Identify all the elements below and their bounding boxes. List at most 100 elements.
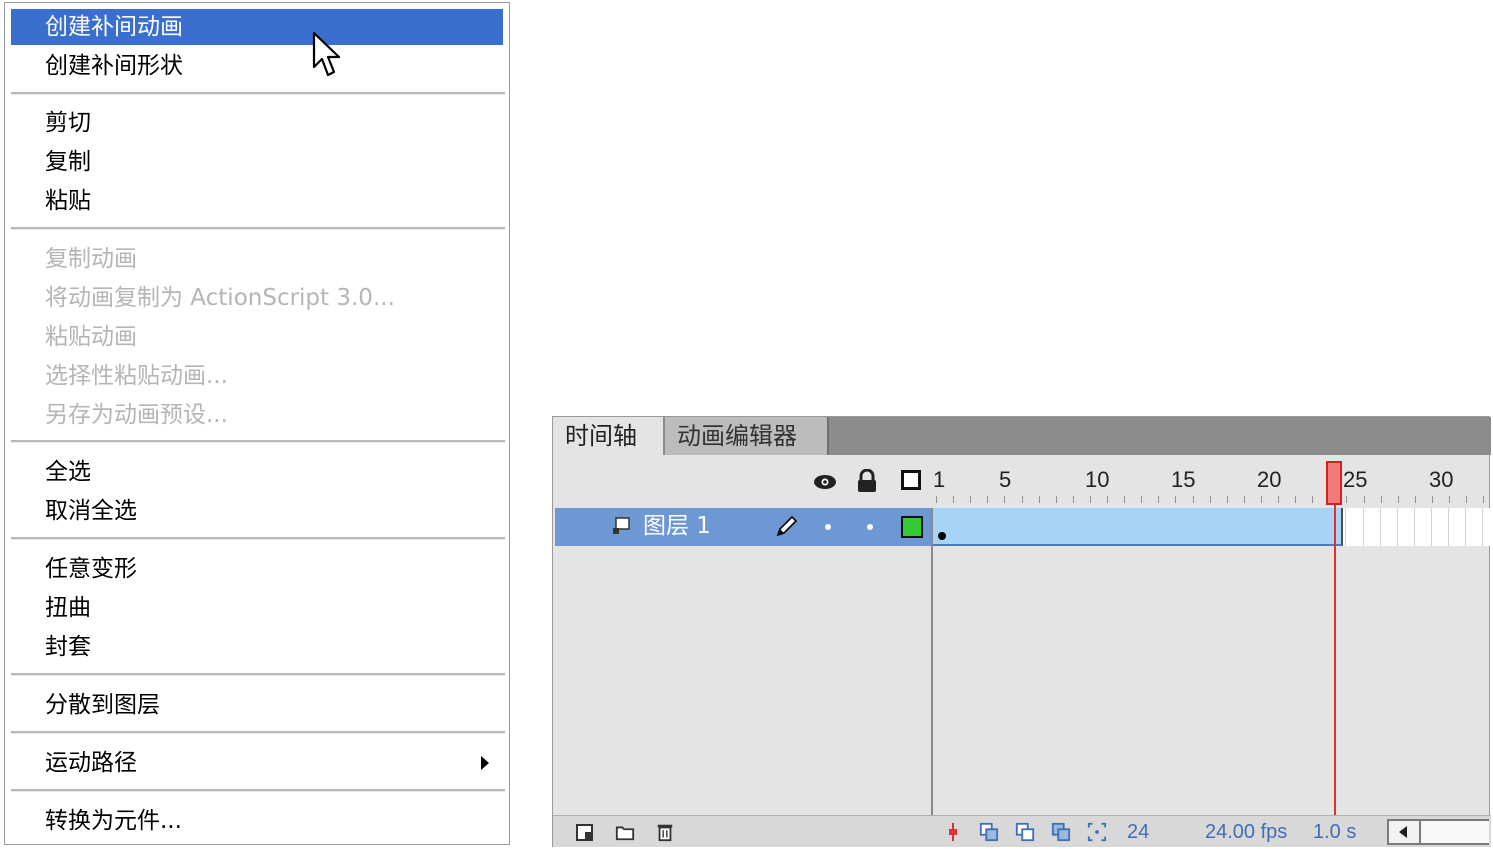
new-folder-icon[interactable] — [615, 822, 635, 842]
ruler-tick — [1278, 496, 1279, 503]
eye-icon[interactable] — [813, 469, 837, 493]
menu-item-create-shape-tween[interactable]: 创建补间形状 — [11, 48, 503, 84]
ruler-tick — [1158, 496, 1160, 503]
layer-color-swatch[interactable] — [901, 516, 923, 538]
menu-separator — [11, 227, 505, 230]
tab-motion-editor[interactable]: 动画编辑器 — [665, 417, 829, 455]
menu-item-copy[interactable]: 复制 — [11, 144, 503, 180]
ruler-tick — [936, 496, 937, 503]
ruler-tick — [1449, 496, 1450, 503]
keyframe-dot-icon — [938, 532, 946, 540]
ruler-tick — [1192, 496, 1194, 503]
menu-separator — [11, 537, 505, 540]
frame-cell-divider — [1379, 508, 1381, 546]
frame-cell-divider — [1413, 508, 1415, 546]
layer-frames-divider — [931, 508, 933, 816]
trash-icon[interactable] — [655, 822, 675, 842]
menu-item-envelope[interactable]: 封套 — [11, 629, 503, 665]
timeline-status-bar: 24 24.00 fps 1.0 s — [553, 815, 1491, 847]
onion-skin-outlines-icon[interactable] — [1015, 822, 1035, 842]
ruler-tick — [970, 496, 972, 503]
outline-icon[interactable] — [901, 470, 921, 490]
menu-item-copy-motion-as-actionscript: 将动画复制为 ActionScript 3.0... — [45, 285, 395, 311]
menu-separator — [11, 731, 505, 734]
frame-cell-divider — [1430, 508, 1432, 546]
ruler-tick — [1107, 496, 1108, 503]
motion-tween-span[interactable] — [933, 508, 1344, 546]
ruler-tick — [1209, 496, 1211, 503]
ruler-tick — [1021, 496, 1023, 503]
ruler-label: 1 — [933, 467, 946, 492]
layer-icon — [613, 517, 630, 534]
modify-onion-markers-icon[interactable] — [1087, 822, 1107, 842]
ruler-tick — [1483, 496, 1485, 503]
menu-item-free-transform[interactable]: 任意变形 — [11, 551, 503, 587]
menu-item-deselect-all[interactable]: 取消全选 — [11, 493, 503, 529]
ruler-tick — [987, 496, 989, 503]
timeline-panel: 时间轴 动画编辑器 1 5 10 15 20 25 30 图层 1 24 24.… — [552, 416, 1491, 847]
layer-row[interactable]: 图层 1 — [555, 508, 933, 546]
panel-tab-bar: 时间轴 动画编辑器 — [553, 417, 1491, 455]
ruler-tick — [953, 496, 955, 503]
ruler-tick — [1055, 496, 1057, 503]
ruler-tick — [1175, 496, 1177, 503]
menu-item-distribute-to-layers[interactable]: 分散到图层 — [11, 687, 503, 723]
frame-rate-readout[interactable]: 24.00 fps — [1205, 818, 1287, 846]
ruler-tick — [1346, 496, 1348, 503]
menu-separator — [11, 673, 505, 676]
ruler-tick — [1072, 496, 1074, 503]
elapsed-time-readout[interactable]: 1.0 s — [1313, 818, 1356, 846]
ruler-tick — [1466, 496, 1468, 503]
ruler-tick — [1089, 496, 1091, 503]
tab-timeline[interactable]: 时间轴 — [553, 417, 663, 455]
ruler-tick — [1243, 496, 1245, 503]
menu-item-label: 运动路径 — [45, 750, 137, 776]
ruler-tick — [1380, 496, 1382, 503]
menu-item-copy-motion: 复制动画 — [45, 246, 137, 272]
lock-dot-icon[interactable] — [867, 524, 873, 530]
layer-frames[interactable] — [933, 508, 1491, 546]
menu-item-motion-path[interactable]: 运动路径 — [11, 745, 503, 781]
ruler-tick — [1431, 496, 1433, 503]
menu-item-select-all[interactable]: 全选 — [11, 454, 503, 490]
ruler-tick — [1004, 496, 1006, 503]
ruler-tick — [1414, 496, 1416, 503]
frame-ruler[interactable]: 1 5 10 15 20 25 30 — [933, 455, 1491, 507]
new-layer-icon[interactable] — [575, 822, 595, 842]
layer-name[interactable]: 图层 1 — [643, 508, 711, 544]
ruler-tick — [1038, 496, 1040, 503]
frame-cell-divider — [1448, 508, 1449, 546]
playhead-line — [1333, 473, 1336, 815]
frame-cell-divider — [1465, 508, 1467, 546]
onion-skin-icon[interactable] — [979, 822, 999, 842]
ruler-tick — [1312, 496, 1314, 503]
ruler-tick — [1124, 496, 1126, 503]
visibility-dot-icon[interactable] — [825, 524, 831, 530]
menu-item-distort[interactable]: 扭曲 — [11, 590, 503, 626]
menu-separator — [11, 789, 505, 792]
ruler-tick — [1363, 496, 1365, 503]
ruler-tick — [1226, 496, 1228, 503]
frame-cell-divider — [1345, 508, 1347, 546]
menu-item-convert-to-symbol[interactable]: 转换为元件... — [11, 803, 503, 839]
playhead-handle[interactable] — [1325, 461, 1342, 505]
current-frame-readout[interactable]: 24 — [1127, 818, 1149, 846]
ruler-label: 20 — [1257, 467, 1282, 492]
scroll-left-button[interactable] — [1387, 819, 1421, 845]
menu-item-create-motion-tween[interactable]: 创建补间动画 — [11, 9, 503, 45]
ruler-label: 25 — [1343, 467, 1368, 492]
lock-icon[interactable] — [855, 469, 879, 493]
ruler-tick — [1141, 496, 1143, 503]
context-menu: 创建补间动画 创建补间形状 剪切 复制 粘贴 复制动画 将动画复制为 Actio… — [4, 2, 510, 845]
menu-item-cut[interactable]: 剪切 — [11, 105, 503, 141]
edit-multiple-frames-icon[interactable] — [1051, 822, 1071, 842]
menu-separator — [11, 92, 505, 95]
ruler-label: 10 — [1085, 467, 1110, 492]
frame-cell-divider — [1482, 508, 1484, 546]
ruler-label: 5 — [999, 467, 1012, 492]
frame-cell-divider — [1396, 508, 1398, 546]
menu-item-paste[interactable]: 粘贴 — [11, 183, 503, 219]
center-frame-icon[interactable] — [943, 822, 963, 842]
mouse-pointer-icon — [312, 31, 341, 77]
horizontal-scrollbar[interactable] — [1421, 819, 1489, 845]
